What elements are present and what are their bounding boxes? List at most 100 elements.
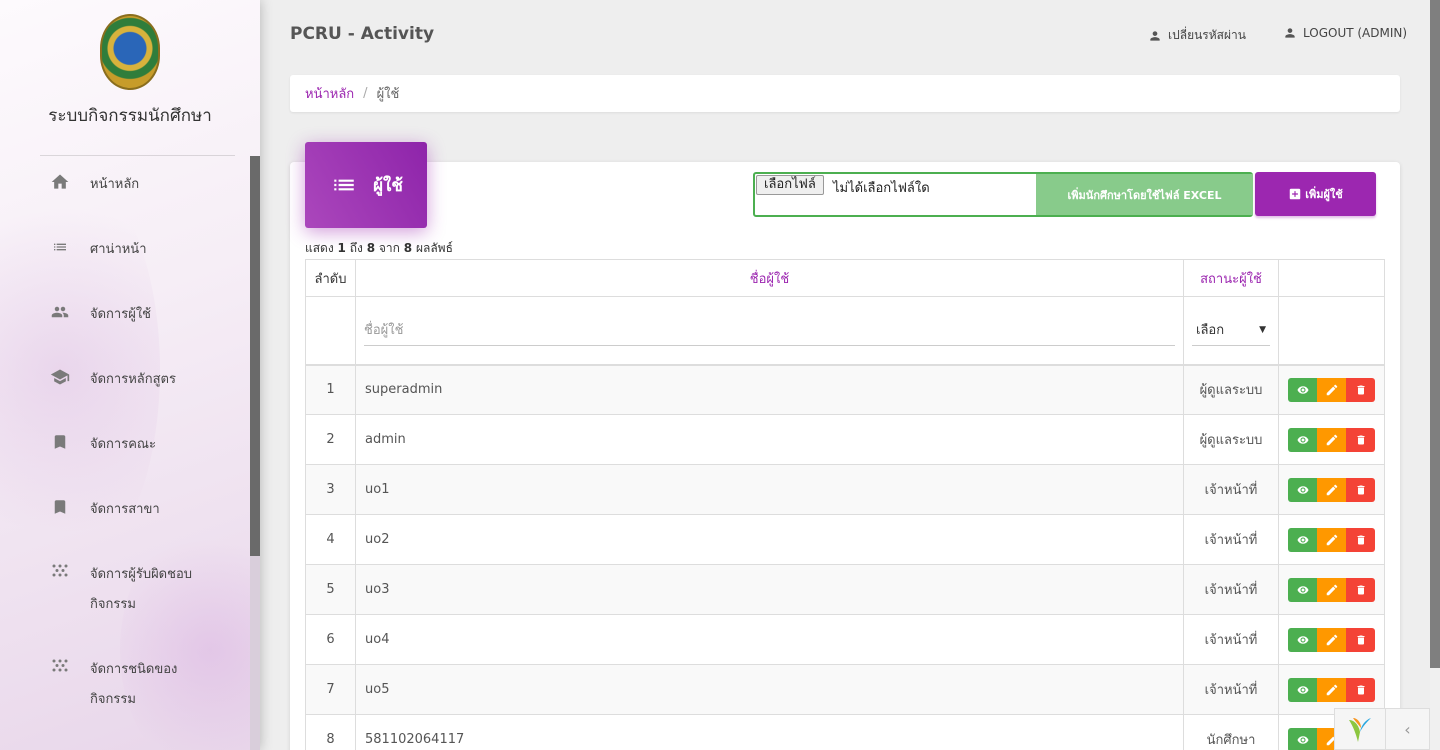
add-user-button[interactable]: เพิ่มผู้ใช้ [1255,172,1376,216]
edit-button[interactable] [1317,527,1346,552]
cell-status: เจ้าหน้าที่ [1183,664,1279,715]
file-status-text: ไม่ได้เลือกไฟล์ใด [833,181,930,196]
cell-username: admin [355,414,1184,465]
view-button[interactable] [1288,527,1317,552]
chevron-left-icon[interactable]: ‹ [1385,708,1429,750]
cell-seq: 7 [305,664,356,715]
sidebar-item-label-line2: กิจกรรม [90,692,136,707]
edit-button[interactable] [1317,477,1346,502]
delete-button[interactable] [1346,627,1375,652]
breadcrumb-current: ผู้ใช้ [376,87,400,102]
pencil-icon [1326,384,1337,395]
filter-cell-name: ชื่อผู้ใช้ [355,296,1184,366]
sidebar-item-label: หน้าหลัก [90,177,140,192]
cell-seq: 6 [305,614,356,665]
list-icon [329,172,359,198]
sidebar-item-activity-type[interactable]: จัดการชนิดของ กิจกรรม [0,655,250,750]
cell-username: uo1 [355,464,1184,515]
sidebar: ระบบกิจกรรมนักศึกษา หน้าหลัก ศาน่าหน้า จ… [0,0,260,750]
eye-icon [1297,485,1308,494]
edit-button[interactable] [1317,427,1346,452]
column-header-name[interactable]: ชื่อผู้ใช้ [355,259,1184,297]
cell-seq: 5 [305,564,356,615]
cell-actions [1278,414,1385,465]
add-user-label: เพิ่มผู้ใช้ [1305,188,1343,201]
cell-actions [1278,664,1385,715]
view-button[interactable] [1288,577,1317,602]
debug-toolbar[interactable]: ‹ [1334,708,1430,750]
page-scrollbar[interactable] [1430,0,1440,750]
name-filter-input[interactable]: ชื่อผู้ใช้ [364,314,1175,347]
person-icon [1148,29,1162,43]
eye-icon [1297,685,1308,694]
cell-seq: 1 [305,364,356,415]
delete-button[interactable] [1346,377,1375,402]
cell-seq: 4 [305,514,356,565]
table-header-row: ลำดับ ชื่อผู้ใช้ สถานะผู้ใช้ [305,259,1385,297]
sidebar-item-label-line1: จัดการชนิดของ [90,662,178,677]
delete-button[interactable] [1346,527,1375,552]
trash-icon [1357,385,1364,395]
row-actions [1279,377,1384,402]
sidebar-item-label: จัดการสาขา [90,502,160,517]
upload-excel-button[interactable]: เพิ่มนักศึกษาโดยใช้ไฟล์ EXCEL [1036,174,1253,215]
status-filter-select[interactable]: เลือก ▼ [1192,314,1270,347]
sidebar-item-activity-owner[interactable]: จัดการผู้รับผิดชอบ กิจกรรม [0,560,250,655]
page-scrollbar-thumb[interactable] [1430,0,1440,668]
column-header-actions [1278,259,1385,297]
eye-icon [1297,386,1308,394]
card-title: ผู้ใช้ [373,175,403,196]
view-button[interactable] [1288,377,1317,402]
change-password-link[interactable]: เปลี่ยนรหัสผ่าน [1148,26,1246,45]
column-header-status[interactable]: สถานะผู้ใช้ [1183,259,1279,297]
sidebar-brand: ระบบกิจกรรมนักศึกษา [0,0,260,156]
view-button[interactable] [1288,477,1317,502]
cell-status: เจ้าหน้าที่ [1183,564,1279,615]
sidebar-item-users[interactable]: จัดการผู้ใช้ [0,300,250,365]
sidebar-scrollbar[interactable] [250,156,260,750]
delete-button[interactable] [1346,477,1375,502]
name-filter-placeholder: ชื่อผู้ใช้ [364,323,404,339]
caret-down-icon: ▼ [1259,324,1266,335]
bookmark-icon [48,495,72,519]
trash-icon [1357,685,1364,694]
delete-button[interactable] [1346,577,1375,602]
view-button[interactable] [1288,627,1317,652]
dots-icon [48,560,72,584]
view-button[interactable] [1288,727,1317,750]
view-button[interactable] [1288,427,1317,452]
table-row: 2 admin ผู้ดูแลระบบ [305,414,1385,465]
edit-button[interactable] [1317,627,1346,652]
cell-username: superadmin [355,364,1184,415]
delete-button[interactable] [1346,677,1375,702]
choose-file-button[interactable]: เลือกไฟล์ [756,175,824,195]
sidebar-item-branch[interactable]: จัดการสาขา [0,495,250,560]
trash-icon [1357,635,1364,644]
add-box-icon [1288,187,1302,201]
dots-icon [48,655,72,679]
edit-button[interactable] [1317,577,1346,602]
delete-button[interactable] [1346,427,1375,452]
sidebar-item-prefix[interactable]: ศาน่าหน้า [0,235,250,300]
pencil-icon [1326,434,1337,445]
cell-username: uo2 [355,514,1184,565]
summary-to-word: ถึง [349,241,363,255]
sidebar-item-home[interactable]: หน้าหลัก [0,170,250,235]
logout-label: LOGOUT (ADMIN) [1303,26,1408,40]
edit-button[interactable] [1317,377,1346,402]
row-actions [1279,477,1384,502]
cell-seq: 8 [305,714,356,750]
row-actions [1279,627,1384,652]
breadcrumb-home-link[interactable]: หน้าหลัก [305,83,354,104]
cell-status: เจ้าหน้าที่ [1183,464,1279,515]
cell-username: 581102064117 [355,714,1184,750]
column-header-seq: ลำดับ [305,259,356,297]
edit-button[interactable] [1317,677,1346,702]
yii-logo-icon[interactable] [1335,708,1385,750]
sidebar-item-faculty[interactable]: จัดการคณะ [0,430,250,495]
logout-link[interactable]: LOGOUT (ADMIN) [1283,26,1407,40]
filter-cell-empty [1278,296,1385,366]
sidebar-item-curriculum[interactable]: จัดการหลักสูตร [0,365,250,430]
sidebar-scrollbar-thumb[interactable] [250,156,260,556]
view-button[interactable] [1288,677,1317,702]
